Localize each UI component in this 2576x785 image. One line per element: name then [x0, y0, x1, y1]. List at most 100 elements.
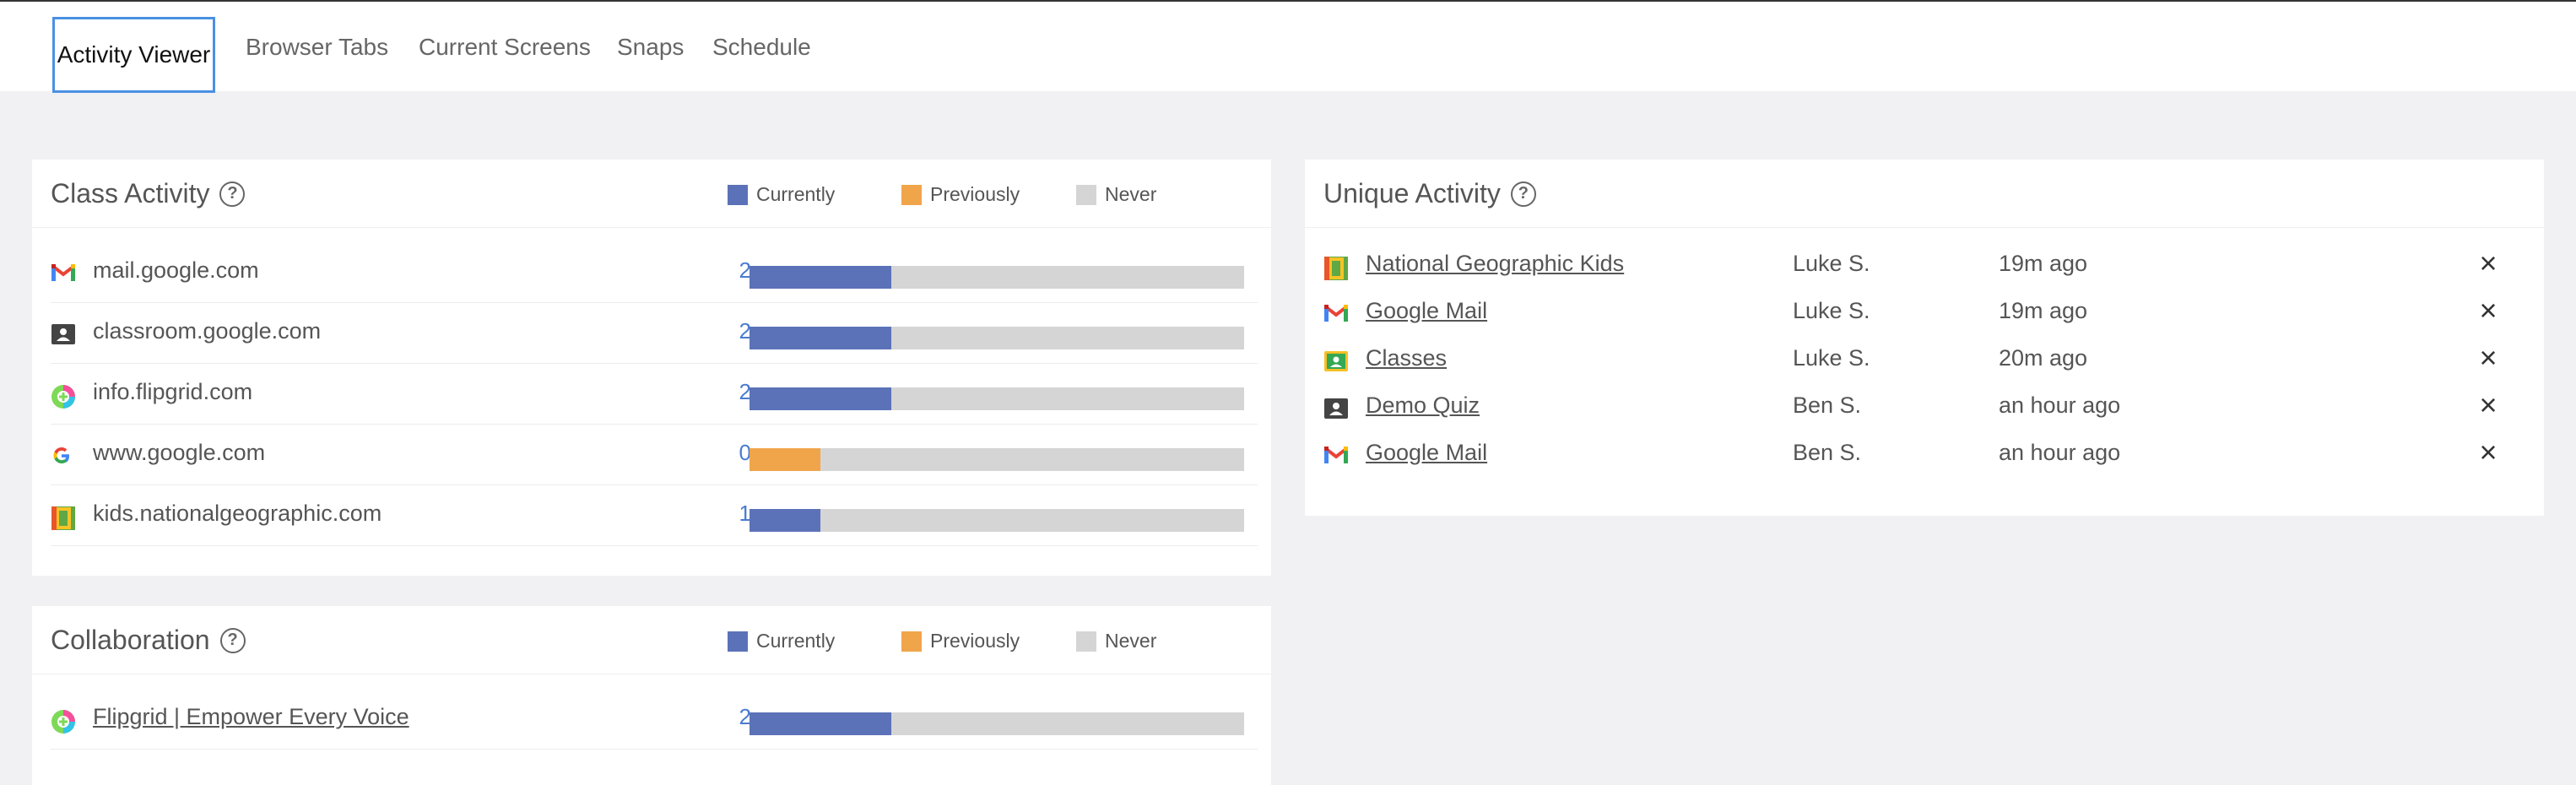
- list-item: Google Mail Ben S. an hour ago ×: [1323, 435, 2530, 482]
- class-activity-title: Class Activity ?: [51, 178, 246, 209]
- collaboration-title: Collaboration ?: [51, 625, 246, 656]
- site-label: classroom.google.com: [93, 318, 322, 344]
- tab-schedule[interactable]: Schedule: [712, 17, 811, 93]
- class-activity-panel: Class Activity ? Currently Previously Ne…: [32, 160, 1271, 576]
- activity-bar: [750, 387, 1244, 410]
- legend-swatch-never: [1076, 184, 1096, 205]
- legend-label: Currently: [756, 183, 836, 205]
- flipgrid-icon: [51, 709, 76, 734]
- tab-activity-viewer[interactable]: Activity Viewer: [52, 17, 215, 93]
- legend-swatch-never: [1076, 631, 1096, 652]
- tab-snaps[interactable]: Snaps: [617, 17, 684, 93]
- list-item: Demo Quiz Ben S. an hour ago ×: [1323, 387, 2530, 435]
- flipgrid-icon: [51, 384, 76, 409]
- gmail-icon: [1323, 445, 1349, 468]
- site-label: kids.nationalgeographic.com: [93, 501, 382, 526]
- natgeo-icon: [51, 506, 76, 530]
- list-item: info.flipgrid.com 2: [51, 364, 1258, 425]
- student-count: 2: [739, 379, 751, 404]
- legend-swatch-previously: [901, 184, 922, 205]
- legend-previously: Previously: [901, 630, 1020, 652]
- legend-label: Previously: [930, 183, 1020, 205]
- list-item: kids.nationalgeographic.com 1: [51, 485, 1258, 546]
- site-label: info.flipgrid.com: [93, 379, 253, 404]
- timestamp: an hour ago: [1999, 440, 2121, 465]
- classroom-icon: [51, 323, 76, 345]
- google-icon: [51, 445, 76, 467]
- close-icon[interactable]: ×: [2471, 293, 2505, 328]
- tab-current-screens[interactable]: Current Screens: [419, 17, 591, 93]
- student-count: 1: [739, 501, 751, 526]
- student-name: Luke S.: [1793, 251, 1870, 276]
- legend-label: Never: [1105, 183, 1157, 205]
- divider: [1305, 227, 2544, 228]
- list-item: Flipgrid | Empower Every Voice 2: [51, 689, 1258, 750]
- class-activity-heading: Class Activity: [51, 178, 210, 208]
- activity-link[interactable]: Google Mail: [1366, 440, 1487, 466]
- bar-segment-currently: [750, 327, 892, 349]
- activity-link[interactable]: National Geographic Kids: [1366, 251, 1624, 277]
- help-icon[interactable]: ?: [219, 181, 246, 207]
- site-label: mail.google.com: [93, 257, 259, 283]
- bar-segment-currently: [750, 266, 892, 289]
- site-label: www.google.com: [93, 440, 266, 465]
- timestamp: 19m ago: [1999, 251, 2088, 276]
- bar-segment-currently: [750, 387, 892, 410]
- activity-link[interactable]: Classes: [1366, 345, 1447, 371]
- activity-bar: [750, 509, 1244, 532]
- legend-swatch-currently: [728, 184, 748, 205]
- legend-currently: Currently: [728, 183, 835, 206]
- close-icon[interactable]: ×: [2471, 340, 2505, 376]
- activity-link[interactable]: Google Mail: [1366, 298, 1487, 324]
- unique-activity-panel: Unique Activity ? National Geographic Ki…: [1305, 160, 2544, 516]
- legend-swatch-currently: [728, 631, 748, 652]
- collaboration-panel: Collaboration ? Currently Previously Nev…: [32, 606, 1271, 785]
- help-icon[interactable]: ?: [1510, 181, 1536, 207]
- list-item: Google Mail Luke S. 19m ago ×: [1323, 293, 2530, 340]
- timestamp: an hour ago: [1999, 392, 2121, 418]
- close-icon[interactable]: ×: [2471, 246, 2505, 281]
- help-icon[interactable]: ?: [219, 627, 246, 653]
- bar-segment-currently: [750, 712, 892, 735]
- legend-label: Previously: [930, 630, 1020, 652]
- activity-bar: [750, 327, 1244, 349]
- timestamp: 19m ago: [1999, 298, 2088, 323]
- activity-bar: [750, 266, 1244, 289]
- gmail-icon: [51, 263, 76, 284]
- legend-never: Never: [1076, 183, 1156, 206]
- student-count: 2: [739, 704, 751, 729]
- student-count: 2: [739, 257, 751, 283]
- legend-label: Currently: [756, 630, 836, 652]
- unique-activity-heading: Unique Activity: [1323, 178, 1501, 208]
- close-icon[interactable]: ×: [2471, 387, 2505, 423]
- legend-previously: Previously: [901, 183, 1020, 206]
- divider: [32, 227, 1271, 228]
- legend-currently: Currently: [728, 630, 835, 652]
- activity-bar: [750, 448, 1244, 471]
- student-name: Luke S.: [1793, 298, 1870, 323]
- classes-icon: [1323, 350, 1349, 374]
- close-icon[interactable]: ×: [2471, 435, 2505, 470]
- tab-browser-tabs[interactable]: Browser Tabs: [246, 17, 388, 93]
- bar-segment-currently: [750, 509, 820, 532]
- legend-never: Never: [1076, 630, 1156, 652]
- list-item: Classes Luke S. 20m ago ×: [1323, 340, 2530, 387]
- student-name: Ben S.: [1793, 440, 1862, 465]
- activity-link[interactable]: Demo Quiz: [1366, 392, 1480, 419]
- top-nav: Activity Viewer Browser Tabs Current Scr…: [0, 0, 2576, 93]
- gmail-icon: [1323, 303, 1349, 327]
- legend-swatch-previously: [901, 631, 922, 652]
- student-name: Luke S.: [1793, 345, 1870, 371]
- student-count: 2: [739, 318, 751, 344]
- classroom-icon: [1323, 398, 1349, 421]
- legend-label: Never: [1105, 630, 1157, 652]
- collaboration-heading: Collaboration: [51, 625, 210, 655]
- list-item: classroom.google.com 2: [51, 303, 1258, 364]
- student-count: 0: [739, 440, 751, 465]
- site-link[interactable]: Flipgrid | Empower Every Voice: [93, 704, 409, 730]
- activity-bar: [750, 712, 1244, 735]
- unique-activity-title: Unique Activity ?: [1323, 178, 1536, 209]
- bar-segment-previously: [750, 448, 820, 471]
- list-item: www.google.com 0: [51, 425, 1258, 485]
- timestamp: 20m ago: [1999, 345, 2088, 371]
